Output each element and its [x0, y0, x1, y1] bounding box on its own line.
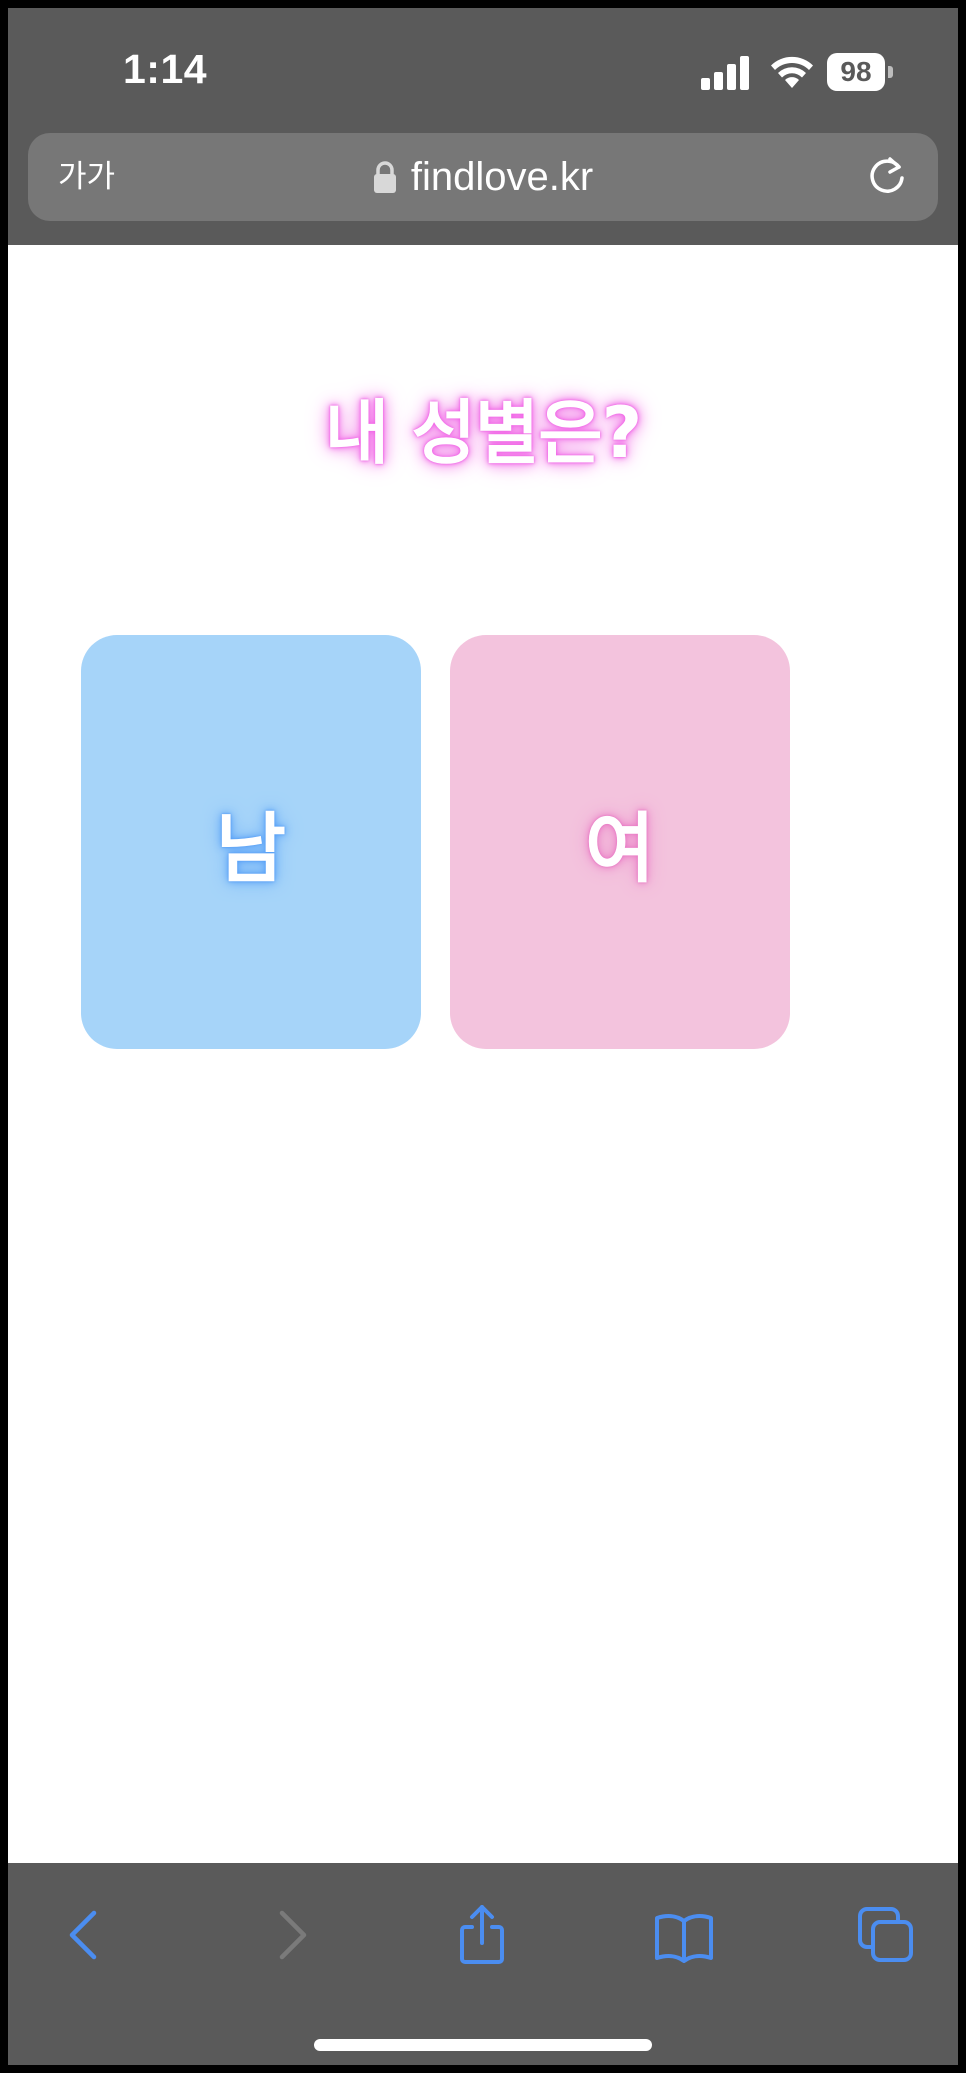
cellular-signal-icon	[701, 56, 749, 90]
reload-icon[interactable]	[864, 153, 910, 199]
status-bar: 1:14 98	[8, 8, 958, 133]
phone-screen: 1:14 98 가가 findlove.kr 내 성별은? 남 여	[8, 8, 958, 2065]
male-option-button[interactable]: 남	[81, 635, 421, 1049]
back-icon[interactable]	[56, 1905, 116, 1965]
male-option-label: 남	[216, 804, 286, 893]
address-bar[interactable]: 가가 findlove.kr	[28, 133, 938, 221]
page-title: 내 성별은?	[324, 392, 643, 474]
female-option-button[interactable]: 여	[450, 635, 790, 1049]
battery-indicator: 98	[827, 53, 893, 91]
home-indicator[interactable]	[314, 2039, 652, 2051]
battery-level: 98	[840, 56, 872, 87]
wifi-icon	[771, 56, 813, 88]
bookmarks-icon[interactable]	[654, 1905, 714, 1965]
url-text[interactable]: findlove.kr	[411, 155, 593, 200]
web-content: 내 성별은? 남 여	[8, 245, 958, 1863]
tabs-icon[interactable]	[856, 1905, 916, 1965]
share-icon[interactable]	[452, 1905, 512, 1965]
female-option-label: 여	[585, 804, 655, 893]
lock-icon	[373, 161, 396, 193]
browser-toolbar	[8, 1863, 958, 2065]
forward-icon[interactable]	[260, 1905, 320, 1965]
status-time: 1:14	[123, 46, 208, 92]
